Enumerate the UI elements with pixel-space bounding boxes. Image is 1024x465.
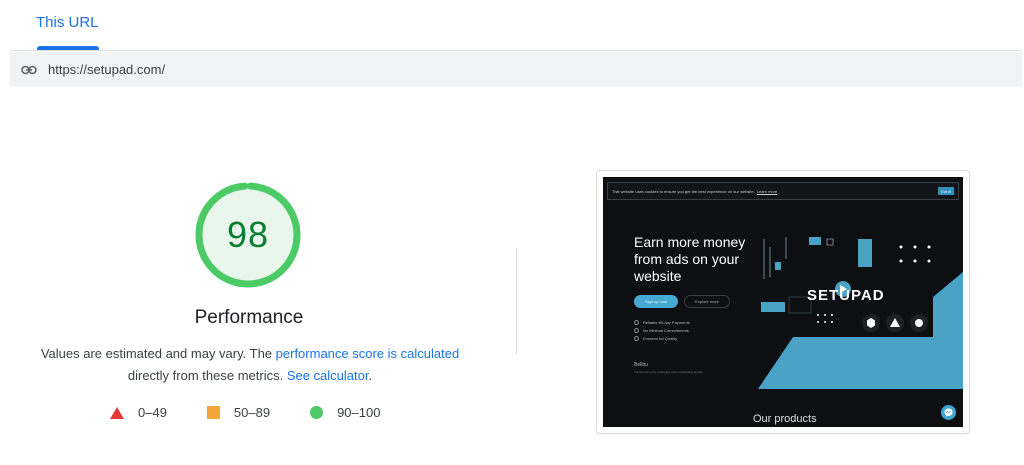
final-screenshot[interactable]: This website uses cookies to ensure you …: [596, 170, 970, 434]
legend-pass: 90–100: [310, 405, 380, 420]
legend-fail-range: 0–49: [138, 405, 167, 420]
screenshot-section-title: Our products: [753, 413, 817, 425]
screenshot-feature: Reliable 60-day Payments: [634, 320, 690, 325]
vertical-divider: [516, 248, 517, 354]
gauge-category-title: Performance: [194, 307, 304, 328]
note-text-3: .: [368, 368, 373, 383]
tested-url: https://setupad.com/: [48, 62, 166, 77]
url-bar: https://setupad.com/: [10, 52, 1022, 87]
screenshot-partner-name: Belibu: [634, 362, 648, 368]
screenshot-partner-sub: Transforming the strategies with outstan…: [634, 370, 703, 374]
screenshot-logo: SETUPAD: [807, 287, 885, 304]
screenshot-signup-button: Sign up now: [634, 295, 678, 308]
note-text-2: directly from these metrics.: [127, 368, 287, 383]
performance-gauge[interactable]: 98: [194, 181, 302, 289]
tab-bar: This URL: [10, 0, 1022, 51]
triangle-icon: [110, 406, 124, 419]
tab-this-url[interactable]: This URL: [36, 14, 99, 31]
score-note: Values are estimated and may vary. The p…: [20, 343, 480, 387]
see-calculator-link[interactable]: See calculator: [287, 368, 369, 383]
screenshot-headline: Earn more money from ads on your website: [634, 234, 746, 284]
screenshot-explore-button: Explore more: [684, 295, 730, 308]
circle-icon: [310, 406, 324, 419]
legend-pass-range: 90–100: [337, 405, 381, 420]
performance-score: 98: [226, 214, 270, 255]
active-tab-indicator: [37, 46, 99, 50]
link-icon: [20, 61, 38, 79]
screenshot-image: This website uses cookies to ensure you …: [603, 177, 963, 427]
legend-average-range: 50–89: [233, 405, 271, 420]
performance-score-calculated-link[interactable]: performance score is calculated: [276, 346, 460, 361]
screenshot-feature: No Minimal Commitments: [634, 328, 689, 333]
square-icon: [206, 406, 220, 419]
legend-average: 50–89: [206, 405, 271, 420]
messenger-icon: [941, 405, 956, 420]
screenshot-feature: Ensured Ad Quality: [634, 336, 677, 341]
score-legend: 0–49 50–89 90–100: [110, 405, 420, 420]
legend-fail: 0–49: [110, 405, 167, 420]
note-text-1: Values are estimated and may vary. The: [40, 346, 276, 361]
